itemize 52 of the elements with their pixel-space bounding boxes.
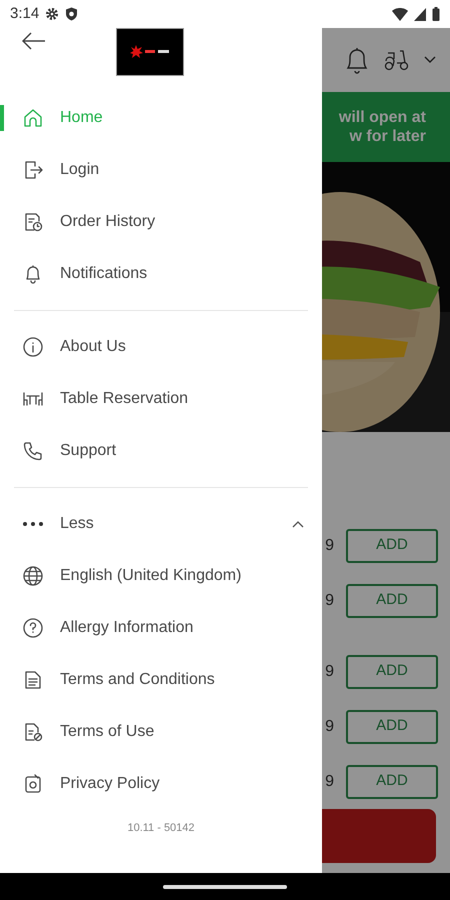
bell-icon <box>344 45 370 75</box>
home-icon <box>22 107 44 129</box>
item-label: About Us <box>60 337 126 357</box>
home-indicator[interactable] <box>163 884 287 888</box>
phone-icon <box>22 440 44 462</box>
drawer-item[interactable]: Notifications <box>0 248 322 300</box>
price-text: 9 <box>325 662 334 682</box>
version-text: 10.11 - 50142 <box>126 821 196 836</box>
price-text: 9 <box>325 590 334 610</box>
signal-icon <box>414 8 426 20</box>
drawer-item[interactable]: Support <box>0 425 322 477</box>
item-label: Login <box>60 160 100 180</box>
shield-icon <box>65 7 78 21</box>
item-label: Support <box>60 441 116 461</box>
back-arrow-icon[interactable] <box>22 32 46 50</box>
item-label: Terms and Conditions <box>60 670 215 690</box>
item-label: Home <box>60 108 103 128</box>
item-label: Table Reservation <box>60 389 188 409</box>
price-text: 9 <box>325 772 334 792</box>
drawer-item[interactable]: Allergy Information <box>0 602 322 654</box>
item-label: Notifications <box>60 264 148 284</box>
wifi-icon <box>392 8 408 20</box>
drawer-item[interactable]: Login <box>0 144 322 196</box>
info-icon <box>22 336 44 358</box>
drawer-item[interactable]: English (United Kingdom) <box>0 550 322 602</box>
question-icon <box>22 617 44 639</box>
chevron-up-icon <box>292 520 304 528</box>
price-text: 9 <box>325 536 334 556</box>
drawer-item[interactable]: Terms and Conditions <box>0 654 322 706</box>
drawer-item[interactable]: About Us <box>0 321 322 373</box>
item-label: Order History <box>60 212 156 232</box>
drawer-item[interactable]: Order History <box>0 196 322 248</box>
banner-text: will open at <box>338 108 426 127</box>
globe-icon <box>22 565 44 587</box>
item-label: Less <box>60 514 95 534</box>
drawer-item[interactable]: Table Reservation <box>0 373 322 425</box>
item-label: English (United Kingdom) <box>60 566 242 586</box>
item-label: Allergy Information <box>60 618 194 638</box>
battery-icon <box>432 7 440 21</box>
banner-text: w for later <box>350 127 426 146</box>
expander-toggle[interactable]: Less <box>0 498 322 550</box>
item-label: Terms of Use <box>60 722 154 742</box>
more-dots-icon <box>22 521 44 527</box>
chevron-down-icon <box>424 56 436 64</box>
status-time: 3:14 <box>10 4 40 24</box>
scooter-icon <box>384 49 410 71</box>
drawer-item[interactable]: Terms of Use <box>0 706 322 758</box>
settings-icon <box>45 7 60 21</box>
price-text: 9 <box>325 716 334 736</box>
logo-icon <box>130 45 170 59</box>
item-label: Privacy Policy <box>60 774 160 794</box>
drawer-item[interactable]: Privacy Policy <box>0 758 322 810</box>
